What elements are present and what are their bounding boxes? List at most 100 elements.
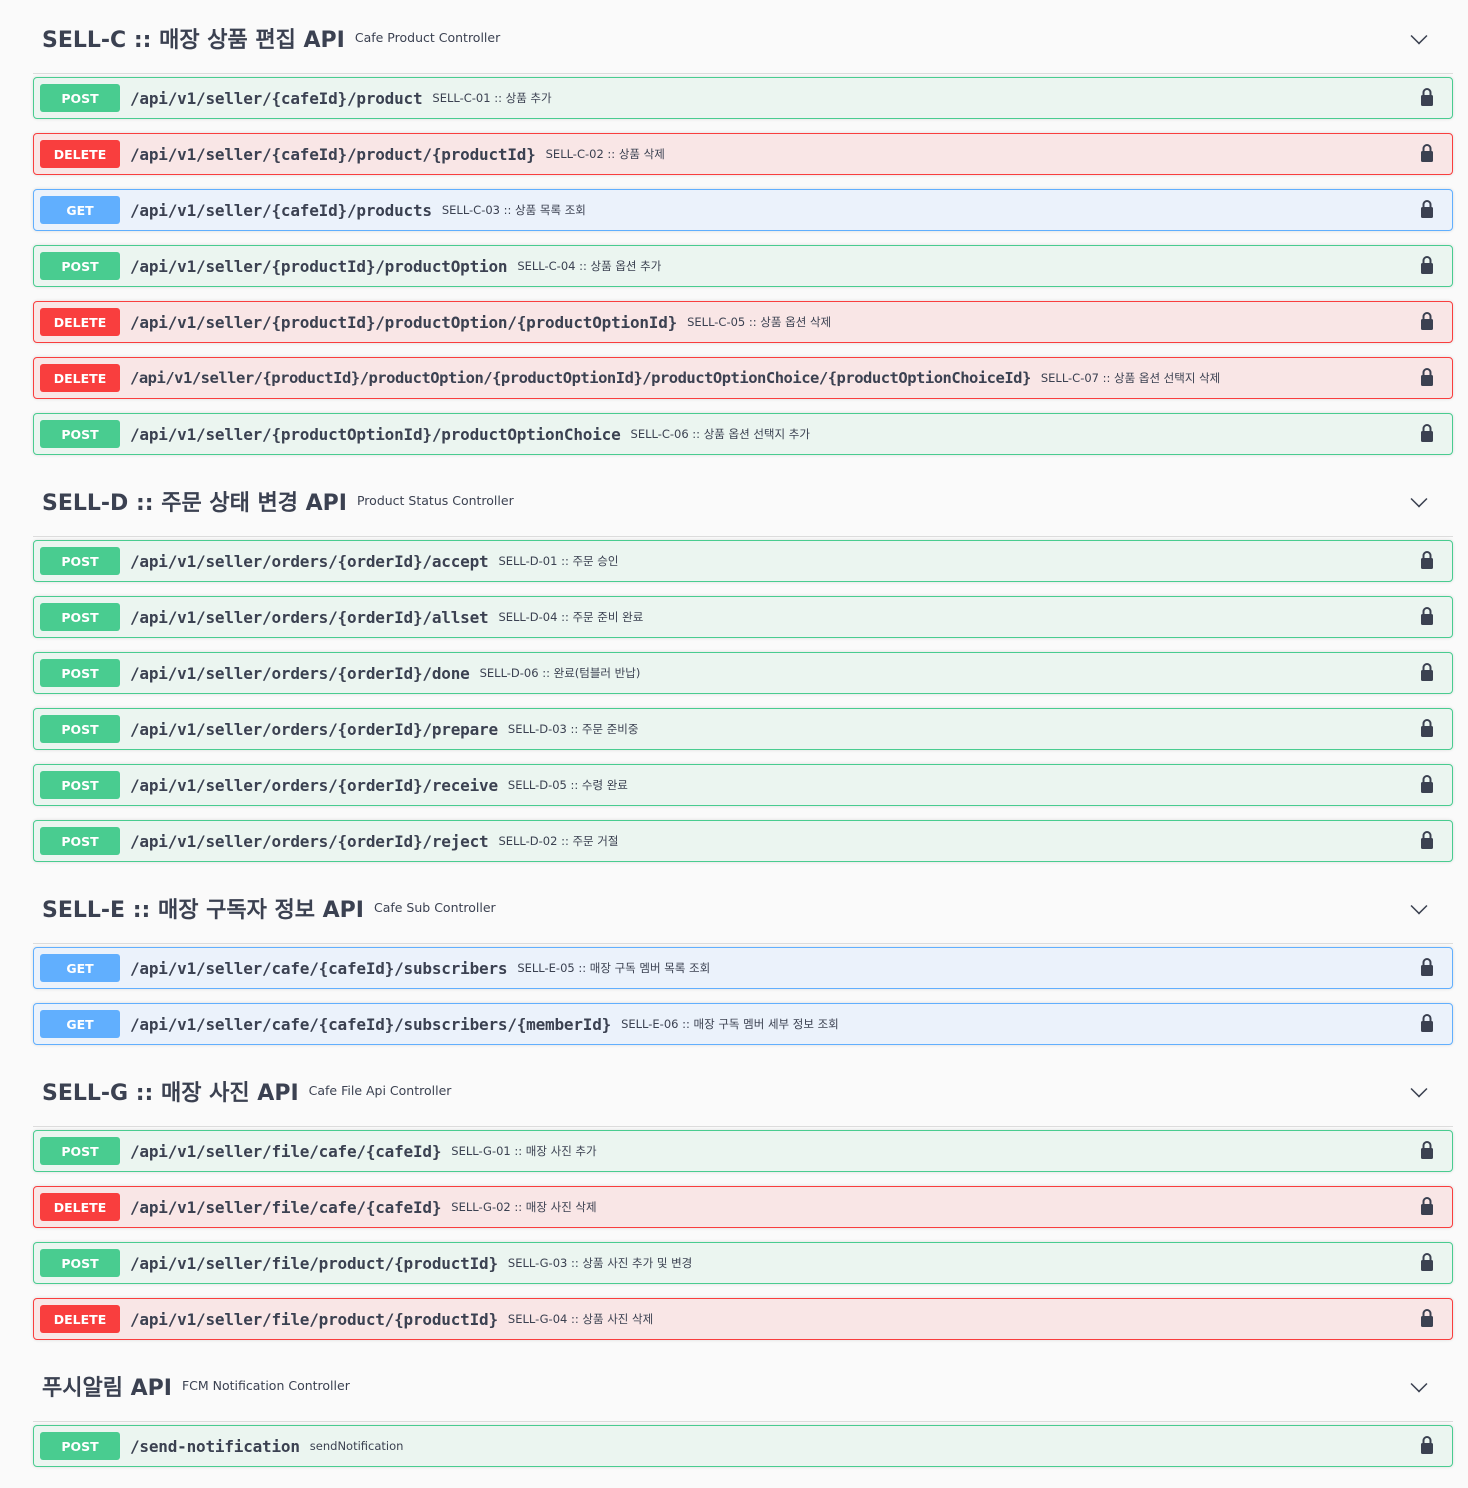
lock-icon[interactable] <box>1420 1013 1434 1033</box>
lock-icon[interactable] <box>1420 550 1434 570</box>
endpoint-summary: SELL-D-05 :: 수령 완료 <box>507 778 628 792</box>
method-badge: GET <box>40 196 120 224</box>
method-badge: POST <box>40 1249 120 1277</box>
endpoint-path: /api/v1/seller/file/product/{productId} <box>130 1309 498 1329</box>
tag-header-sell-g[interactable]: SELL-G :: 매장 사진 API Cafe File Api Contro… <box>33 1055 1453 1127</box>
chevron-down-icon[interactable] <box>1410 897 1428 914</box>
endpoint-path: /api/v1/seller/cafe/{cafeId}/subscribers <box>130 958 508 978</box>
endpoint-summary: SELL-G-01 :: 매장 사진 추가 <box>451 1144 597 1158</box>
operation-row[interactable]: POST /api/v1/seller/{cafeId}/product SEL… <box>33 77 1453 119</box>
tag-header-sell-c[interactable]: SELL-C :: 매장 상품 편집 API Cafe Product Cont… <box>33 2 1453 74</box>
operation-row[interactable]: DELETE /api/v1/seller/{productId}/produc… <box>33 357 1453 399</box>
lock-icon[interactable] <box>1420 199 1434 219</box>
chevron-down-icon[interactable] <box>1410 27 1428 44</box>
method-badge: DELETE <box>40 308 120 336</box>
tag-description: Cafe Sub Controller <box>373 900 496 915</box>
endpoint-summary: SELL-C-04 :: 상품 옵션 추가 <box>517 259 662 273</box>
operation-row[interactable]: POST /api/v1/seller/{productId}/productO… <box>33 245 1453 287</box>
endpoint-summary: SELL-D-01 :: 주문 승인 <box>498 554 619 568</box>
endpoint-summary: SELL-E-06 :: 매장 구독 멤버 세부 정보 조회 <box>621 1017 839 1031</box>
endpoint-summary: SELL-C-03 :: 상품 목록 조회 <box>441 203 586 217</box>
operation-row[interactable]: POST /api/v1/seller/orders/{orderId}/rej… <box>33 820 1453 862</box>
lock-icon[interactable] <box>1420 1435 1434 1455</box>
tag-description: Cafe File Api Controller <box>308 1083 452 1098</box>
lock-icon[interactable] <box>1420 255 1434 275</box>
lock-icon[interactable] <box>1420 143 1434 163</box>
operation-row[interactable]: DELETE /api/v1/seller/{productId}/produc… <box>33 301 1453 343</box>
tag-header-sell-e[interactable]: SELL-E :: 매장 구독자 정보 API Cafe Sub Control… <box>33 872 1453 944</box>
endpoint-path: /api/v1/seller/orders/{orderId}/allset <box>130 607 489 627</box>
operation-row[interactable]: POST /api/v1/seller/orders/{orderId}/rec… <box>33 764 1453 806</box>
endpoint-path: /api/v1/seller/{cafeId}/product <box>130 88 423 108</box>
operation-row[interactable]: POST /api/v1/seller/orders/{orderId}/all… <box>33 596 1453 638</box>
lock-icon[interactable] <box>1420 662 1434 682</box>
lock-icon[interactable] <box>1420 1252 1434 1272</box>
tag-header-push[interactable]: 푸시알림 API FCM Notification Controller <box>33 1350 1453 1422</box>
lock-icon[interactable] <box>1420 1308 1434 1328</box>
endpoint-summary: SELL-C-07 :: 상품 옵션 선택지 삭제 <box>1040 371 1221 385</box>
method-badge: POST <box>40 420 120 448</box>
operation-row[interactable]: POST /api/v1/seller/orders/{orderId}/acc… <box>33 540 1453 582</box>
operation-row[interactable]: DELETE /api/v1/seller/{cafeId}/product/{… <box>33 133 1453 175</box>
method-badge: POST <box>40 603 120 631</box>
method-badge: POST <box>40 659 120 687</box>
endpoint-path: /api/v1/seller/orders/{orderId}/accept <box>130 551 489 571</box>
operation-row[interactable]: POST /api/v1/seller/orders/{orderId}/don… <box>33 652 1453 694</box>
lock-icon[interactable] <box>1420 1196 1434 1216</box>
operation-row[interactable]: POST /api/v1/seller/file/cafe/{cafeId} S… <box>33 1130 1453 1172</box>
lock-icon[interactable] <box>1420 1140 1434 1160</box>
chevron-down-icon[interactable] <box>1410 1375 1428 1392</box>
operation-row[interactable]: POST /api/v1/seller/file/product/{produc… <box>33 1242 1453 1284</box>
lock-icon[interactable] <box>1420 367 1434 387</box>
method-badge: POST <box>40 1137 120 1165</box>
operation-row[interactable]: DELETE /api/v1/seller/file/cafe/{cafeId}… <box>33 1186 1453 1228</box>
operation-row[interactable]: GET /api/v1/seller/cafe/{cafeId}/subscri… <box>33 947 1453 989</box>
lock-icon[interactable] <box>1420 957 1434 977</box>
endpoint-path: /api/v1/seller/file/cafe/{cafeId} <box>130 1141 442 1161</box>
lock-icon[interactable] <box>1420 87 1434 107</box>
method-badge: DELETE <box>40 1193 120 1221</box>
tag-header-sell-d[interactable]: SELL-D :: 주문 상태 변경 API Product Status Co… <box>33 465 1453 537</box>
endpoint-summary: SELL-G-04 :: 상품 사진 삭제 <box>507 1312 654 1326</box>
tag-title: 푸시알림 API <box>42 1375 172 1401</box>
swagger-page: SELL-C :: 매장 상품 편집 API Cafe Product Cont… <box>0 0 1468 1488</box>
endpoint-path: /api/v1/seller/orders/{orderId}/prepare <box>130 719 498 739</box>
method-badge: DELETE <box>40 364 120 392</box>
endpoint-summary: SELL-C-06 :: 상품 옵션 선택지 추가 <box>630 427 810 441</box>
endpoint-path: /api/v1/seller/cafe/{cafeId}/subscribers… <box>130 1014 612 1034</box>
endpoint-path: /api/v1/seller/file/product/{productId} <box>130 1253 498 1273</box>
endpoint-path: /api/v1/seller/orders/{orderId}/done <box>130 663 470 683</box>
tag-description: Cafe Product Controller <box>354 30 501 45</box>
operation-row[interactable]: POST /api/v1/seller/orders/{orderId}/pre… <box>33 708 1453 750</box>
endpoint-summary: SELL-C-02 :: 상품 삭제 <box>545 147 665 161</box>
chevron-down-icon[interactable] <box>1410 1080 1428 1097</box>
tag-title: SELL-E :: 매장 구독자 정보 API <box>42 897 364 923</box>
endpoint-path: /api/v1/seller/orders/{orderId}/receive <box>130 775 498 795</box>
lock-icon[interactable] <box>1420 830 1434 850</box>
endpoint-summary: SELL-D-03 :: 주문 준비중 <box>507 722 639 736</box>
operation-row[interactable]: GET /api/v1/seller/cafe/{cafeId}/subscri… <box>33 1003 1453 1045</box>
operation-row[interactable]: DELETE /api/v1/seller/file/product/{prod… <box>33 1298 1453 1340</box>
endpoint-summary: SELL-E-05 :: 매장 구독 멤버 목록 조회 <box>517 961 711 975</box>
operation-row[interactable]: GET /api/v1/seller/{cafeId}/products SEL… <box>33 189 1453 231</box>
lock-icon[interactable] <box>1420 311 1434 331</box>
lock-icon[interactable] <box>1420 423 1434 443</box>
lock-icon[interactable] <box>1420 606 1434 626</box>
endpoint-summary: SELL-C-01 :: 상품 추가 <box>432 91 552 105</box>
method-badge: DELETE <box>40 140 120 168</box>
tag-title: SELL-D :: 주문 상태 변경 API <box>42 490 347 516</box>
lock-icon[interactable] <box>1420 718 1434 738</box>
operation-row[interactable]: POST /send-notification sendNotification <box>33 1425 1453 1467</box>
tag-title: SELL-C :: 매장 상품 편집 API <box>42 27 345 53</box>
endpoint-summary: SELL-D-02 :: 주문 거절 <box>498 834 619 848</box>
tag-description: FCM Notification Controller <box>181 1378 350 1393</box>
endpoint-path: /api/v1/seller/file/cafe/{cafeId} <box>130 1197 442 1217</box>
endpoint-path: /api/v1/seller/{productOptionId}/product… <box>130 424 621 444</box>
lock-icon[interactable] <box>1420 774 1434 794</box>
operation-row[interactable]: POST /api/v1/seller/{productOptionId}/pr… <box>33 413 1453 455</box>
chevron-down-icon[interactable] <box>1410 490 1428 507</box>
endpoint-summary: SELL-C-05 :: 상품 옵션 삭제 <box>687 315 832 329</box>
method-badge: GET <box>40 1010 120 1038</box>
endpoint-path: /api/v1/seller/orders/{orderId}/reject <box>130 831 489 851</box>
endpoint-path: /api/v1/seller/{productId}/productOption… <box>130 312 678 332</box>
